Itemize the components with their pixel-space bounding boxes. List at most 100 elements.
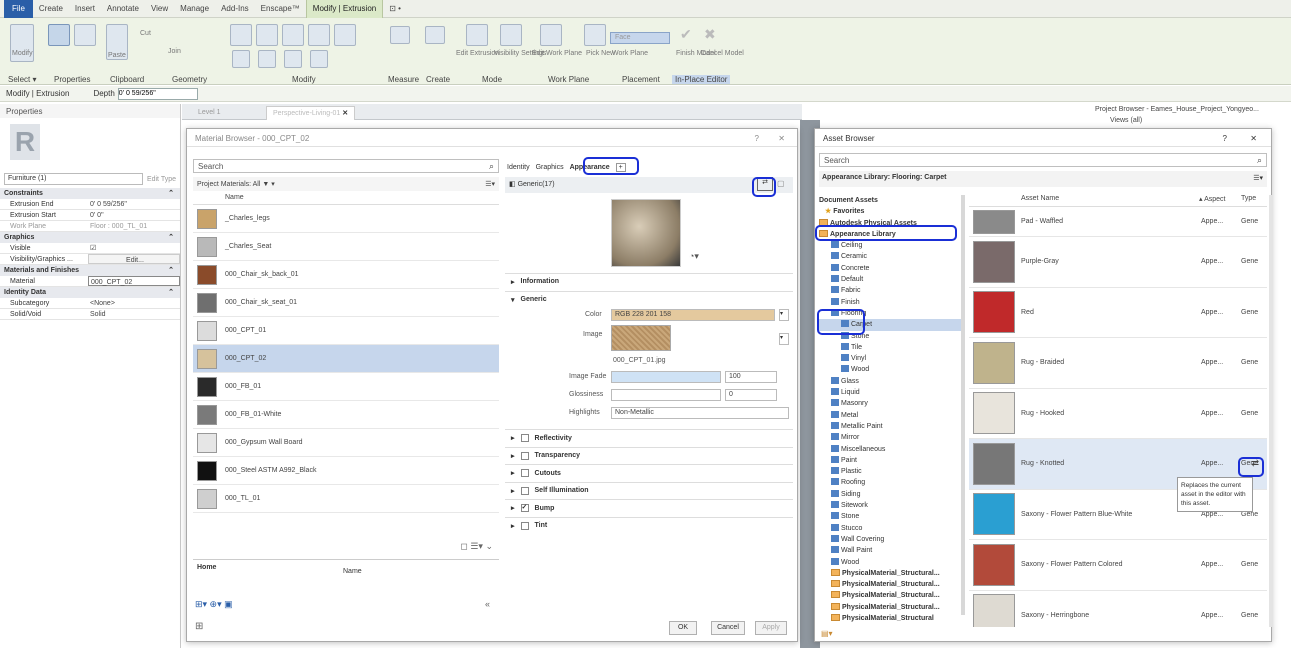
tree-node[interactable]: Finish — [819, 297, 963, 308]
section-tint[interactable]: ▸ Tint — [505, 516, 793, 535]
tree-node[interactable]: PhysicalMaterial_Structural... — [819, 602, 963, 613]
menu-file[interactable]: File — [4, 0, 33, 18]
section-cutouts[interactable]: ▸ Cutouts — [505, 464, 793, 482]
tab-level-1[interactable]: Level 1 — [192, 106, 227, 120]
join-label[interactable]: Join — [168, 48, 181, 55]
align-button[interactable] — [230, 24, 252, 46]
group-constraints[interactable]: Constraints ⌃ — [0, 188, 180, 199]
help-button[interactable]: ? — [755, 134, 759, 143]
asset-search-input[interactable]: Search ⌕ — [819, 153, 1267, 167]
tree-node[interactable]: Metallic Paint — [819, 421, 963, 432]
trim-button[interactable] — [310, 50, 328, 68]
offset-button[interactable] — [256, 24, 278, 46]
preview-options-icon[interactable]: ◔▾ — [689, 251, 699, 262]
view-options-icon[interactable]: ☰▾ — [1253, 174, 1263, 182]
asset-row[interactable]: Saxony - Herringbone Appe... Gene — [969, 591, 1267, 627]
asset-close-button[interactable]: ✕ — [1250, 134, 1257, 143]
section-transparency[interactable]: ▸ Transparency — [505, 446, 793, 465]
section-information[interactable]: ▸ Information — [505, 273, 793, 289]
apply-button[interactable]: Apply — [755, 621, 787, 635]
tree-node[interactable]: Paint — [819, 455, 963, 466]
section-checkbox[interactable]: ✓ — [520, 504, 529, 513]
material-row[interactable]: _Charles_legs — [193, 205, 499, 233]
cut-label[interactable]: Cut — [140, 30, 151, 37]
tree-node[interactable]: PhysicalMaterial_Structural... — [819, 590, 963, 601]
ok-button[interactable]: OK — [669, 621, 697, 635]
cancel-button[interactable]: Cancel — [711, 621, 745, 635]
move-button[interactable] — [232, 50, 250, 68]
tree-node[interactable]: Siding — [819, 489, 963, 500]
edit-type-button[interactable]: Edit Type — [147, 176, 176, 183]
material-search-input[interactable]: Search ⌕ — [193, 159, 499, 173]
views-all-node[interactable]: Views (all) — [1110, 117, 1142, 124]
edit-work-plane-button[interactable] — [540, 24, 562, 46]
material-row[interactable]: 000_CPT_02 — [193, 345, 499, 373]
depth-input[interactable] — [117, 87, 198, 100]
tree-node[interactable]: Sitework — [819, 500, 963, 511]
open-library-icon[interactable]: ▤▾ — [821, 629, 833, 638]
asset-scrollbar[interactable] — [1269, 195, 1273, 627]
library-tools-icon[interactable]: ⊞▾ ⊕▾ ▣ — [195, 599, 233, 610]
create-button[interactable] — [425, 26, 445, 44]
color-dropdown[interactable]: ▾ — [779, 309, 789, 321]
asset-row[interactable]: Rug - Braided Appe... Gene — [969, 338, 1267, 389]
group-graphics[interactable]: Graphics ⌃ — [0, 232, 180, 243]
type-properties-button[interactable] — [74, 24, 96, 46]
tree-node[interactable]: Tile — [819, 342, 963, 353]
menu-view[interactable]: View — [145, 0, 174, 18]
highlights-select[interactable]: Non-Metallic — [611, 407, 789, 419]
section-self-illumination[interactable]: ▸ Self Illumination — [505, 481, 793, 500]
section-checkbox[interactable] — [520, 434, 529, 443]
glossiness-slider[interactable] — [611, 389, 721, 401]
properties-button[interactable] — [48, 24, 70, 46]
tree-node[interactable]: Wall Paint — [819, 545, 963, 556]
expand-arrow-icon[interactable]: ▸ — [511, 434, 515, 442]
menu-enscape[interactable]: Enscape™ — [255, 0, 306, 18]
tree-node[interactable]: PhysicalMaterial_Structural... — [819, 568, 963, 579]
menu-annotate[interactable]: Annotate — [101, 0, 145, 18]
close-button[interactable]: ✕ — [778, 134, 785, 143]
color-field[interactable]: RGB 228 201 158 — [611, 309, 775, 321]
image-fade-input[interactable]: 100 — [725, 371, 777, 383]
select-dropdown[interactable]: Select ▾ — [8, 75, 36, 84]
asset-row[interactable]: Purple-Gray Appe... Gene — [969, 237, 1267, 288]
tree-node[interactable]: PhysicalMaterial_Structural... — [819, 579, 963, 590]
prop-value[interactable]: 0' 0" — [88, 210, 180, 220]
group-materials[interactable]: Materials and Finishes ⌃ — [0, 265, 180, 276]
pick-new-button[interactable] — [584, 24, 606, 46]
material-value[interactable]: 000_CPT_02 — [88, 276, 180, 286]
expand-arrow-icon[interactable]: ▸ — [511, 469, 515, 477]
section-checkbox[interactable] — [520, 469, 529, 478]
menu-manage[interactable]: Manage — [174, 0, 215, 18]
prop-value[interactable]: Solid — [88, 309, 180, 319]
material-row[interactable]: 000_TL_01 — [193, 485, 499, 513]
type-selector[interactable]: Furniture (1) — [4, 173, 143, 185]
visibility-settings-button[interactable] — [500, 24, 522, 46]
collapse-icon[interactable]: « — [485, 599, 490, 609]
expand-arrow-icon[interactable]: ▸ — [511, 452, 515, 460]
name-column-header[interactable]: Name — [193, 191, 499, 205]
menu-create[interactable]: Create — [33, 0, 69, 18]
visible-checkbox[interactable]: ☑ — [88, 243, 180, 253]
section-checkbox[interactable] — [520, 486, 529, 495]
section-checkbox[interactable] — [520, 451, 529, 460]
tree-node[interactable]: Ceiling — [819, 240, 963, 251]
prop-value[interactable]: 0' 0 59/256" — [88, 199, 180, 209]
tree-node[interactable]: Fabric — [819, 285, 963, 296]
edit-visibility-button[interactable]: Edit... — [88, 254, 180, 264]
asset-row[interactable]: Red Appe... Gene — [969, 288, 1267, 338]
tree-node[interactable]: Roofing — [819, 477, 963, 488]
view-toggle-icon[interactable]: ◻ ☰▾ ⌄ — [460, 541, 493, 551]
tree-node[interactable]: Vinyl — [819, 353, 963, 364]
finish-model-icon[interactable]: ✔ — [680, 26, 692, 43]
material-row[interactable]: 000_FB_01-White — [193, 401, 499, 429]
expand-arrow-icon[interactable]: ▸ — [511, 522, 515, 530]
section-generic[interactable]: ▾ Generic — [505, 291, 793, 307]
tree-node[interactable]: PhysicalMaterial_Structural — [819, 613, 963, 624]
face-button[interactable]: Face — [610, 32, 670, 44]
tree-node[interactable]: Ceramic — [819, 251, 963, 262]
expand-arrow-icon[interactable]: ▸ — [511, 504, 515, 512]
prop-value[interactable]: <None> — [88, 298, 180, 308]
list-view-icon[interactable]: ☰▾ — [485, 180, 495, 188]
tree-node[interactable]: Wall Covering — [819, 534, 963, 545]
